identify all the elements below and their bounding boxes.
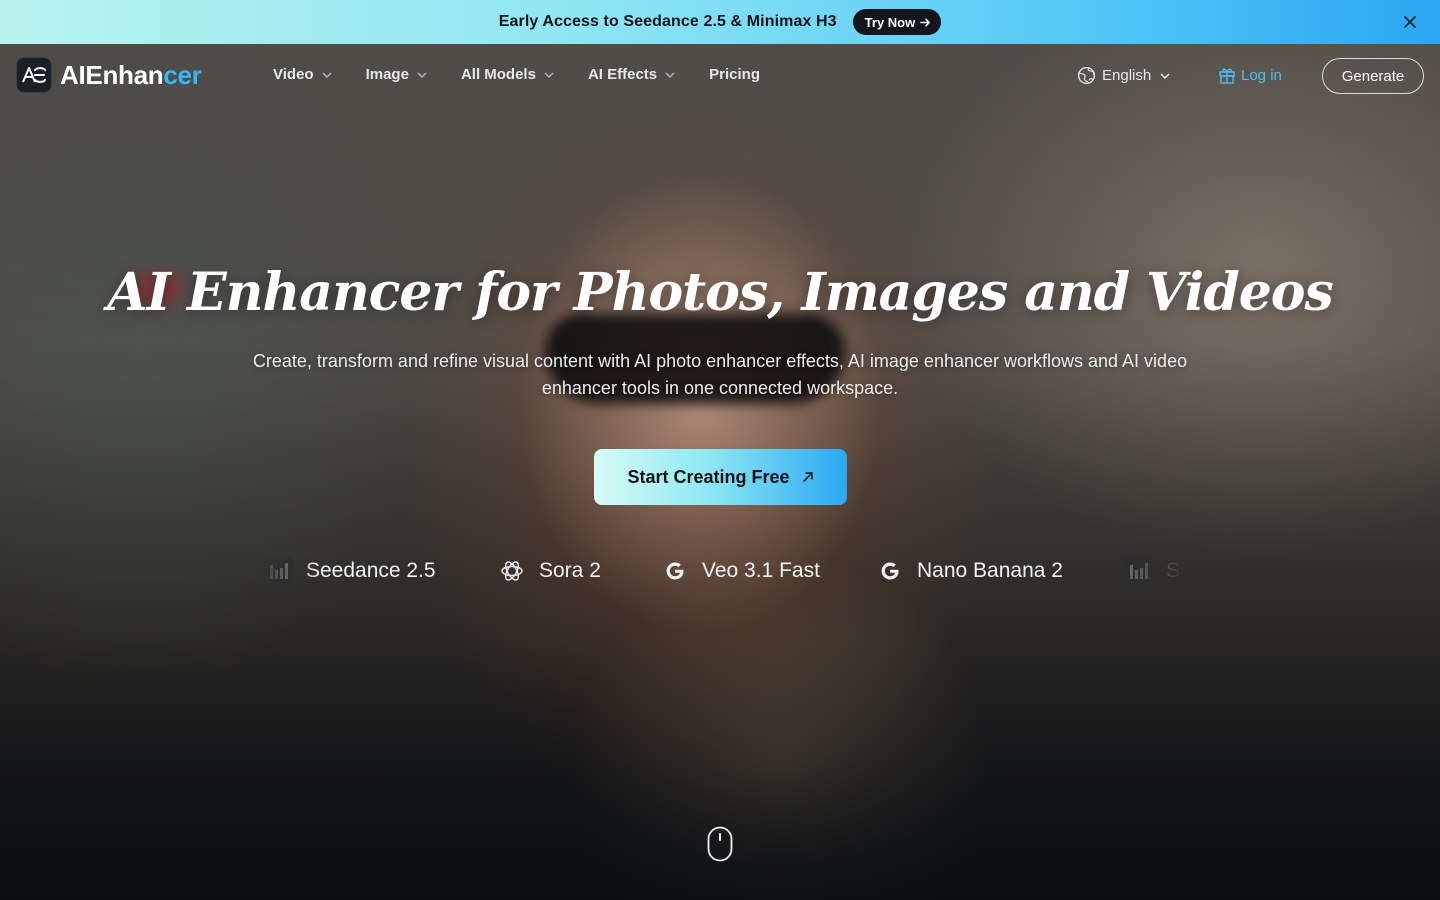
google-icon	[875, 556, 905, 586]
menu-item-label: All Models	[460, 66, 536, 83]
brand-name-part1: AIEnhan	[60, 59, 164, 90]
generate-button[interactable]: Generate	[1322, 58, 1424, 94]
hero-subtitle: Create, transform and refine visual cont…	[252, 351, 1188, 398]
logo-mark-icon	[16, 57, 52, 93]
model-label: Seedance 2.5	[1166, 559, 1184, 582]
start-creating-button[interactable]: Start Creating Free	[594, 449, 847, 505]
model-label: Seedance 2.5	[306, 559, 436, 582]
language-selector[interactable]: English	[1077, 66, 1170, 85]
top-navigation: AIEnhancer Video Image All Models AI Eff…	[0, 44, 1440, 108]
language-label: English	[1102, 67, 1152, 84]
mouse-scroll-icon[interactable]	[707, 826, 733, 862]
announcement-bar: Early Access to Seedance 2.5 & Minimax H…	[0, 0, 1440, 44]
brand-name: AIEnhancer	[60, 60, 202, 91]
bar-chart-icon	[1124, 556, 1154, 586]
menu-item-pricing[interactable]: Pricing	[709, 66, 760, 83]
login-label: Log in	[1241, 66, 1282, 84]
hero-title: AI Enhancer for Photos, Images and Video…	[107, 262, 1334, 323]
model-item-nano-banana[interactable]: Nano Banana 2	[875, 553, 1063, 589]
gift-icon	[1219, 68, 1235, 84]
login-link[interactable]: Log in	[1218, 66, 1282, 84]
chevron-down-icon	[544, 72, 554, 78]
cta-label: Start Creating Free	[627, 466, 790, 487]
model-label: Veo 3.1 Fast	[702, 559, 820, 582]
globe-icon	[1077, 66, 1096, 85]
chevron-down-icon	[1160, 73, 1170, 79]
try-now-button[interactable]: Try Now	[852, 9, 942, 35]
chevron-down-icon	[665, 72, 675, 78]
model-carousel: Seedance 2.5 Sora 2 Veo 3.1 Fast Nano Ba…	[264, 553, 1184, 589]
model-item-seedance[interactable]: Seedance 2.5	[264, 553, 436, 589]
menu-item-label: Video	[273, 66, 314, 83]
model-item-seedance-repeat[interactable]: Seedance 2.5	[1124, 553, 1184, 589]
brand-logo[interactable]: AIEnhancer	[16, 57, 202, 93]
close-icon[interactable]	[1400, 12, 1420, 32]
google-icon	[660, 556, 690, 586]
menu-item-ai-effects[interactable]: AI Effects	[588, 66, 675, 83]
menu-item-video[interactable]: Video	[273, 66, 332, 83]
openai-icon	[497, 556, 527, 586]
announcement-text: Early Access to Seedance 2.5 & Minimax H…	[498, 13, 837, 30]
arrow-right-icon	[920, 18, 931, 26]
brand-name-part2: cer	[163, 59, 202, 90]
chevron-down-icon	[322, 72, 332, 78]
chevron-down-icon	[417, 72, 427, 78]
menu-item-label: Pricing	[709, 66, 760, 83]
main-menu: Video Image All Models AI Effects Pricin…	[273, 66, 794, 83]
menu-item-image[interactable]: Image	[366, 66, 427, 83]
model-label: Sora 2	[539, 559, 601, 582]
menu-item-label: Image	[365, 66, 409, 83]
menu-item-all-models[interactable]: All Models	[461, 66, 554, 83]
try-now-label: Try Now	[864, 14, 916, 30]
model-item-veo[interactable]: Veo 3.1 Fast	[660, 553, 820, 589]
model-label: Nano Banana 2	[917, 559, 1063, 582]
arrow-up-right-icon	[802, 472, 813, 482]
bar-chart-icon	[264, 556, 294, 586]
menu-item-label: AI Effects	[587, 66, 658, 83]
model-item-sora[interactable]: Sora 2	[497, 553, 601, 589]
